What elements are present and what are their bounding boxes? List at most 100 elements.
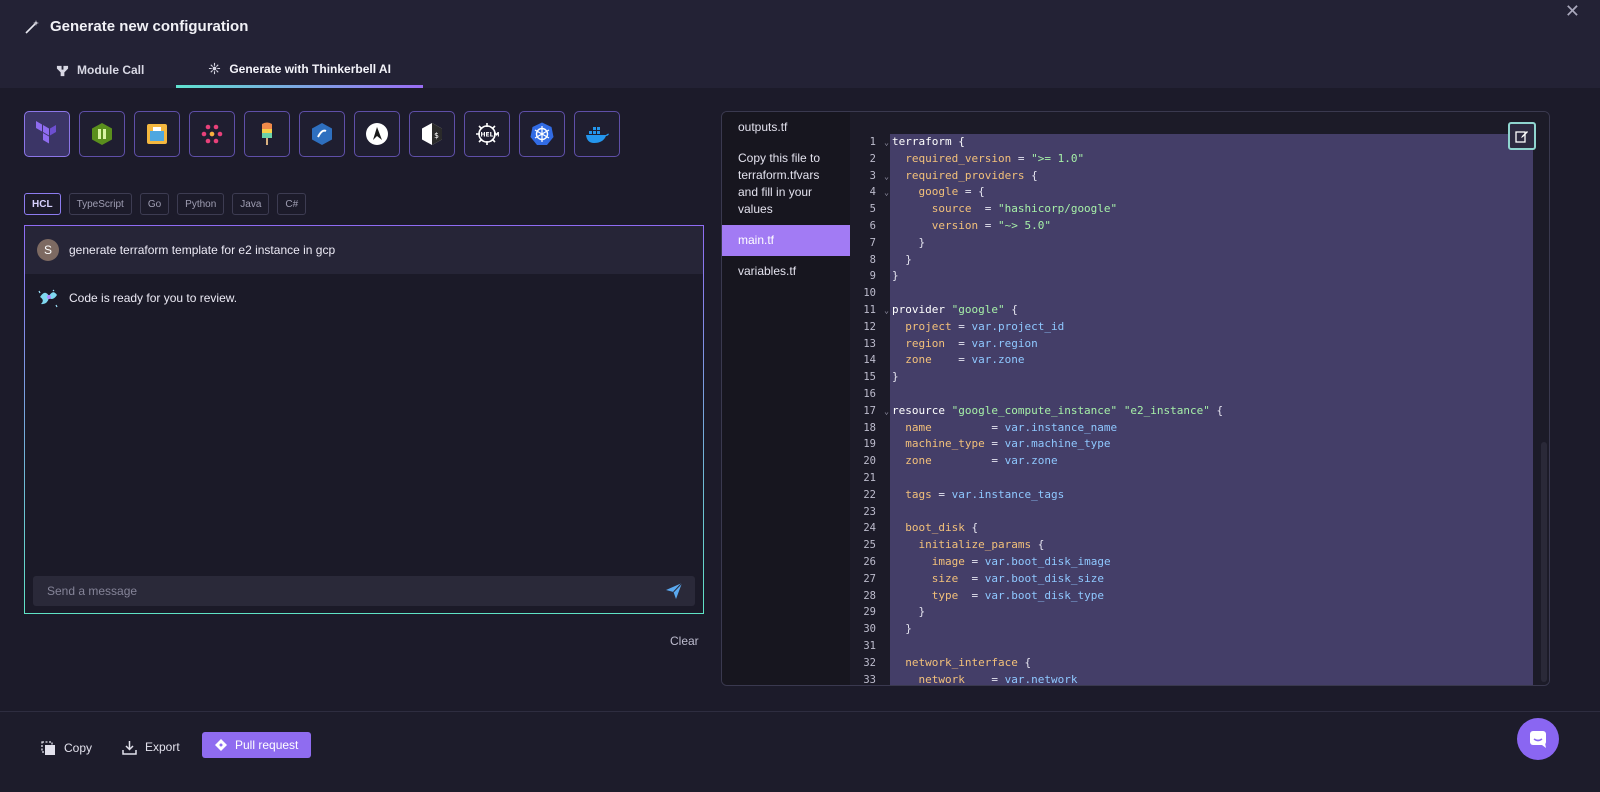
code-content[interactable]: terraform { required_version = ">= 1.0" … <box>892 134 1224 686</box>
tool-opentofu-button[interactable] <box>79 111 125 157</box>
line-number: 8 <box>869 253 876 266</box>
footer-bar: Copy Export Pull request <box>0 711 1600 792</box>
code-line: ​ <box>892 386 1223 403</box>
fold-chevron-icon[interactable]: ⌄ <box>884 303 889 320</box>
line-number: 23 <box>863 505 876 518</box>
code-line: version = "~> 5.0" <box>892 218 1051 232</box>
shell-script-icon: $ <box>422 123 442 145</box>
lang-csharp[interactable]: C# <box>277 193 307 215</box>
file-variables-tf[interactable]: variables.tf <box>722 256 850 287</box>
kubernetes-icon <box>530 122 554 145</box>
code-line: network = var.network <box>892 672 1078 686</box>
tool-shell-script-button[interactable]: $ <box>409 111 455 157</box>
close-icon[interactable]: ✕ <box>1565 1 1580 22</box>
fold-chevron-icon[interactable]: ⌄ <box>884 135 889 152</box>
page-title: Generate new configuration <box>50 18 249 35</box>
helm-icon: HELM <box>476 123 500 145</box>
tool-terraform-button[interactable] <box>24 111 70 157</box>
ai-message-text: Code is ready for you to review. <box>69 291 238 305</box>
code-line: ​ <box>892 504 1223 521</box>
chat-icon <box>1530 731 1546 748</box>
line-number: 29 <box>863 606 876 619</box>
message-input-wrapper <box>33 576 695 606</box>
line-number: 12 <box>863 320 876 333</box>
line-number: 16 <box>863 387 876 400</box>
lang-python[interactable]: Python <box>177 193 225 215</box>
code-line: } <box>892 622 912 636</box>
title-row: Generate new configuration <box>24 18 248 35</box>
module-icon <box>56 65 69 76</box>
line-number: 14 <box>863 354 876 367</box>
line-number: 22 <box>863 488 876 501</box>
avatar: S <box>37 239 59 261</box>
line-number: 3 ⌄ <box>850 168 890 185</box>
tool-cloudformation-button[interactable] <box>189 111 235 157</box>
code-line: type = var.boot_disk_type <box>892 588 1104 602</box>
popsicle-icon <box>262 122 272 145</box>
fold-chevron-icon[interactable]: ⌄ <box>884 185 889 202</box>
download-icon <box>122 740 137 755</box>
ansible-icon <box>366 123 388 145</box>
support-chat-button[interactable] <box>1517 718 1559 760</box>
lang-java[interactable]: Java <box>232 193 270 215</box>
lang-typescript[interactable]: TypeScript <box>68 193 132 215</box>
code-editor[interactable]: 1 ⌄ 2 3 ⌄ 4 ⌄ 5 6 7 8 9 10 11 ⌄ 12 13 14 15 16 17 ⌄ 18 19 20 21 22… <box>850 112 1549 685</box>
code-line: project = var.project_id <box>892 319 1065 333</box>
svg-text:HELM: HELM <box>481 132 500 139</box>
file-main-tf[interactable]: main.tf <box>722 225 850 256</box>
file-outputs-tf[interactable]: outputs.tf <box>722 112 850 143</box>
code-line: name = var.instance_name <box>892 420 1118 434</box>
tab-bar: Module Call Generate with Thinkerbell AI <box>24 52 423 88</box>
tab-generate-thinkerbell[interactable]: Generate with Thinkerbell AI <box>176 52 423 88</box>
line-number: 2 <box>869 152 876 165</box>
code-line: } <box>892 370 899 384</box>
export-button[interactable]: Export <box>122 734 180 760</box>
code-line: zone = var.zone <box>892 353 1025 367</box>
send-icon[interactable] <box>665 582 683 600</box>
line-number: 21 <box>863 471 876 484</box>
tab-label: Module Call <box>77 63 145 77</box>
crossplane-icon <box>312 123 332 145</box>
tab-module-call[interactable]: Module Call <box>24 52 176 88</box>
svg-text:$: $ <box>434 131 439 140</box>
fold-chevron-icon[interactable]: ⌄ <box>884 169 889 186</box>
lang-go[interactable]: Go <box>139 193 170 215</box>
code-line: google = { <box>892 185 985 199</box>
ai-message: Code is ready for you to review. <box>25 274 703 322</box>
magic-wand-icon <box>25 19 39 34</box>
edit-button[interactable] <box>1508 122 1536 150</box>
tool-docker-button[interactable] <box>574 111 620 157</box>
line-number: 27 <box>863 572 876 585</box>
message-input[interactable] <box>45 583 665 599</box>
line-number: 7 <box>869 236 876 249</box>
thinkerbell-icon <box>209 62 221 75</box>
tool-pulumi-button[interactable] <box>134 111 180 157</box>
pull-request-label: Pull request <box>235 738 299 752</box>
cloudformation-icon <box>201 124 223 144</box>
code-line: resource "google_compute_instance" "e2_i… <box>892 403 1224 417</box>
fold-chevron-icon[interactable]: ⌄ <box>884 404 889 421</box>
line-number: 33 <box>863 673 876 686</box>
file-tfvars-note[interactable]: Copy this file to terraform.tfvars and f… <box>722 143 850 225</box>
copy-button[interactable]: Copy <box>41 735 92 761</box>
pull-request-button[interactable]: Pull request <box>202 732 312 758</box>
code-scrollbar[interactable] <box>1541 442 1547 682</box>
tool-ansible-button[interactable] <box>354 111 400 157</box>
line-number: 13 <box>863 337 876 350</box>
tool-kubernetes-button[interactable] <box>519 111 565 157</box>
line-numbers: 1 ⌄ 2 3 ⌄ 4 ⌄ 5 6 7 8 9 10 11 ⌄ 12 13 14 15 16 17 ⌄ 18 19 20 21 22… <box>850 134 890 686</box>
code-line: ​ <box>892 638 1223 655</box>
file-list: outputs.tf Copy this file to terraform.t… <box>722 112 850 685</box>
tool-crossplane-button[interactable] <box>299 111 345 157</box>
line-number: 10 <box>863 287 876 300</box>
lang-hcl[interactable]: HCL <box>24 193 61 215</box>
code-line: provider "google" { <box>892 302 1018 316</box>
code-line: ​ <box>892 470 1223 487</box>
line-number: 9 <box>869 270 876 283</box>
tool-helm-button[interactable]: HELM <box>464 111 510 157</box>
tool-popsicle-button[interactable] <box>244 111 290 157</box>
code-line: } <box>892 269 899 283</box>
code-line: network_interface { <box>892 655 1032 669</box>
code-line: terraform { <box>892 135 965 148</box>
clear-button[interactable]: Clear <box>670 634 699 648</box>
